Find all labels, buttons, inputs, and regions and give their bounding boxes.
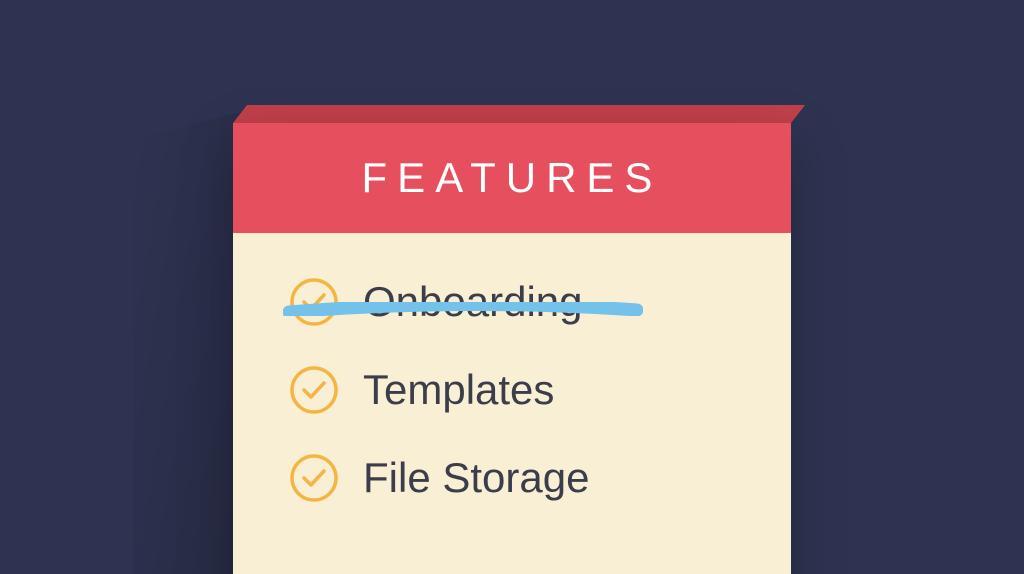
checkmark-circle-icon	[289, 277, 339, 327]
checkmark-circle-icon	[289, 453, 339, 503]
feature-item-file-storage: File Storage	[289, 453, 735, 503]
feature-item-templates: Templates	[289, 365, 735, 415]
card-title: FEATURES	[362, 154, 663, 202]
features-list: Onboarding Templates File Storage	[233, 233, 791, 574]
feature-label: Templates	[363, 366, 554, 414]
features-card: FEATURES Onboarding Templates	[233, 105, 791, 574]
feature-item-onboarding: Onboarding	[289, 277, 735, 327]
card-top-edge	[233, 105, 805, 123]
feature-label: File Storage	[363, 454, 589, 502]
card-body-container: FEATURES Onboarding Templates	[233, 123, 791, 574]
feature-label: Onboarding	[363, 278, 583, 326]
checkmark-circle-icon	[289, 365, 339, 415]
card-header: FEATURES	[233, 123, 791, 233]
